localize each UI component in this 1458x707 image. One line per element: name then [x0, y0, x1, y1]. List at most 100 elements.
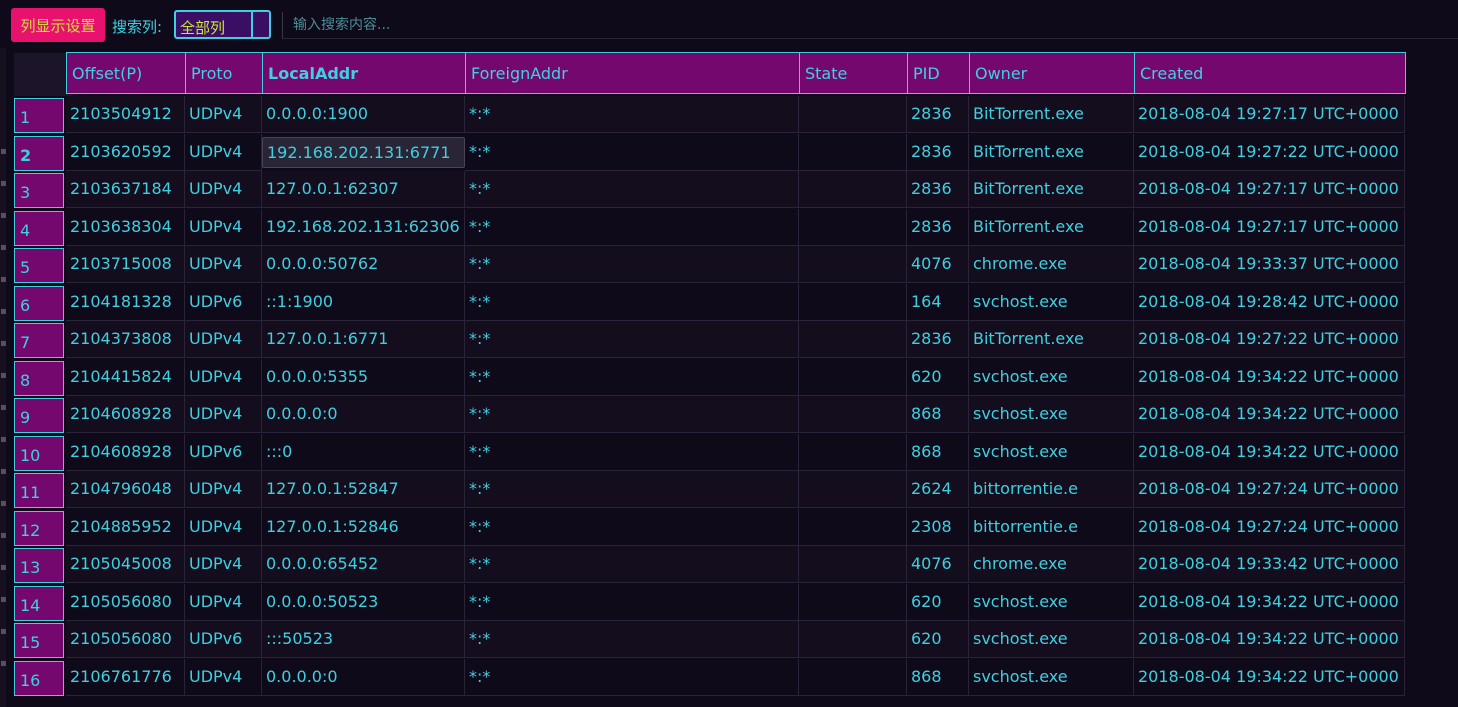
proto-cell[interactable]: UDPv4: [185, 246, 262, 283]
foreignaddr-header[interactable]: ForeignAddr: [465, 52, 800, 94]
localaddr-cell[interactable]: 127.0.0.1:62307: [262, 171, 465, 208]
owner-cell[interactable]: BitTorrent.exe: [969, 321, 1134, 358]
foreignaddr-cell[interactable]: *:*: [465, 358, 799, 396]
owner-cell[interactable]: chrome.exe: [969, 546, 1134, 583]
offset-cell[interactable]: 2104373808: [66, 321, 185, 358]
table-row[interactable]: 1 2103504912 UDPv4 0.0.0.0:1900 *:* 2836 BitTo…: [14, 96, 1414, 133]
pid-cell[interactable]: 868: [907, 658, 969, 696]
state-cell[interactable]: [799, 508, 907, 546]
created-cell[interactable]: 2018-08-04 19:27:17 UTC+0000: [1134, 208, 1405, 246]
localaddr-cell[interactable]: 192.168.202.131:62306: [262, 208, 465, 246]
owner-cell[interactable]: bittorrentie.e: [969, 471, 1134, 508]
row-number[interactable]: 5: [14, 248, 64, 283]
created-cell[interactable]: 2018-08-04 19:27:24 UTC+0000: [1134, 508, 1405, 546]
owner-cell[interactable]: svchost.exe: [969, 658, 1134, 696]
proto-cell[interactable]: UDPv4: [185, 396, 262, 433]
owner-cell[interactable]: svchost.exe: [969, 283, 1134, 321]
foreignaddr-cell[interactable]: *:*: [465, 133, 799, 171]
row-number[interactable]: 15: [14, 623, 64, 658]
owner-cell[interactable]: BitTorrent.exe: [969, 208, 1134, 246]
localaddr-cell[interactable]: 0.0.0.0:50523: [262, 583, 465, 621]
foreignaddr-cell[interactable]: *:*: [465, 433, 799, 471]
foreignaddr-cell[interactable]: *:*: [465, 283, 799, 321]
state-cell[interactable]: [799, 658, 907, 696]
pid-cell[interactable]: 4076: [907, 246, 969, 283]
localaddr-header[interactable]: LocalAddr: [262, 52, 466, 94]
state-cell[interactable]: [799, 621, 907, 658]
column-settings-button[interactable]: 列显示设置: [11, 8, 105, 42]
offset-cell[interactable]: 2103504912: [66, 96, 185, 133]
owner-cell[interactable]: BitTorrent.exe: [969, 171, 1134, 208]
state-cell[interactable]: [799, 283, 907, 321]
owner-cell[interactable]: BitTorrent.exe: [969, 133, 1134, 171]
state-cell[interactable]: [799, 171, 907, 208]
proto-cell[interactable]: UDPv6: [185, 433, 262, 471]
proto-cell[interactable]: UDPv4: [185, 546, 262, 583]
localaddr-cell[interactable]: 0.0.0.0:0: [262, 396, 465, 433]
offset-cell[interactable]: 2104181328: [66, 283, 185, 321]
state-cell[interactable]: [799, 208, 907, 246]
proto-cell[interactable]: UDPv4: [185, 171, 262, 208]
foreignaddr-cell[interactable]: *:*: [465, 508, 799, 546]
foreignaddr-cell[interactable]: *:*: [465, 658, 799, 696]
pid-cell[interactable]: 2308: [907, 508, 969, 546]
created-cell[interactable]: 2018-08-04 19:34:22 UTC+0000: [1134, 621, 1405, 658]
created-cell[interactable]: 2018-08-04 19:34:22 UTC+0000: [1134, 583, 1405, 621]
state-cell[interactable]: [799, 321, 907, 358]
row-number[interactable]: 3: [14, 173, 64, 208]
foreignaddr-cell[interactable]: *:*: [465, 546, 799, 583]
created-header[interactable]: Created: [1134, 52, 1406, 94]
localaddr-cell[interactable]: :::50523: [262, 621, 465, 658]
search-column-select[interactable]: 全部列: [174, 10, 271, 39]
localaddr-cell[interactable]: 0.0.0.0:0: [262, 658, 465, 696]
created-cell[interactable]: 2018-08-04 19:33:42 UTC+0000: [1134, 546, 1405, 583]
created-cell[interactable]: 2018-08-04 19:27:24 UTC+0000: [1134, 471, 1405, 508]
foreignaddr-cell[interactable]: *:*: [465, 471, 799, 508]
owner-header[interactable]: Owner: [969, 52, 1135, 94]
proto-cell[interactable]: UDPv4: [185, 133, 262, 171]
table-row[interactable]: 5 2103715008 UDPv4 0.0.0.0:50762 *:* 4076 chro…: [14, 246, 1414, 283]
row-number[interactable]: 6: [14, 285, 64, 321]
offset-cell[interactable]: 2103715008: [66, 246, 185, 283]
offset-cell[interactable]: 2105045008: [66, 546, 185, 583]
offset-cell[interactable]: 2105056080: [66, 621, 185, 658]
localaddr-cell[interactable]: ::1:1900: [262, 283, 465, 321]
row-number[interactable]: 13: [14, 548, 64, 583]
proto-cell[interactable]: UDPv6: [185, 621, 262, 658]
proto-cell[interactable]: UDPv4: [185, 508, 262, 546]
table-row[interactable]: 12 2104885952 UDPv4 127.0.0.1:52846 *:* 2308 b…: [14, 508, 1414, 546]
foreignaddr-cell[interactable]: *:*: [465, 621, 799, 658]
offset-header[interactable]: Offset(P): [66, 52, 186, 94]
pid-cell[interactable]: 2624: [907, 471, 969, 508]
created-cell[interactable]: 2018-08-04 19:34:22 UTC+0000: [1134, 396, 1405, 433]
owner-cell[interactable]: BitTorrent.exe: [969, 96, 1134, 133]
table-row[interactable]: 4 2103638304 UDPv4 192.168.202.131:62306 *:*…: [14, 208, 1414, 246]
foreignaddr-cell[interactable]: *:*: [465, 246, 799, 283]
owner-cell[interactable]: chrome.exe: [969, 246, 1134, 283]
offset-cell[interactable]: 2103638304: [66, 208, 185, 246]
pid-cell[interactable]: 164: [907, 283, 969, 321]
proto-cell[interactable]: UDPv4: [185, 96, 262, 133]
table-row[interactable]: 10 2104608928 UDPv6:::0 *:* 868 svchost.exe 20…: [14, 433, 1414, 471]
owner-cell[interactable]: svchost.exe: [969, 396, 1134, 433]
proto-cell[interactable]: UDPv4: [185, 208, 262, 246]
pid-cell[interactable]: 868: [907, 396, 969, 433]
foreignaddr-cell[interactable]: *:*: [465, 583, 799, 621]
state-cell[interactable]: [799, 133, 907, 171]
created-cell[interactable]: 2018-08-04 19:34:22 UTC+0000: [1134, 658, 1405, 696]
pid-cell[interactable]: 620: [907, 583, 969, 621]
pid-cell[interactable]: 2836: [907, 208, 969, 246]
proto-cell[interactable]: UDPv4: [185, 658, 262, 696]
created-cell[interactable]: 2018-08-04 19:34:22 UTC+0000: [1134, 358, 1405, 396]
row-number[interactable]: 2: [14, 135, 64, 171]
created-cell[interactable]: 2018-08-04 19:33:37 UTC+0000: [1134, 246, 1405, 283]
row-number[interactable]: 16: [14, 660, 64, 696]
row-number[interactable]: 11: [14, 473, 64, 508]
pid-cell[interactable]: 620: [907, 621, 969, 658]
table-row[interactable]: 7 2104373808 UDPv4 127.0.0.1:6771 *:* 2836 Bit…: [14, 321, 1414, 358]
state-header[interactable]: State: [799, 52, 908, 94]
proto-cell[interactable]: UDPv6: [185, 283, 262, 321]
localaddr-cell[interactable]: :::0: [262, 433, 465, 471]
offset-cell[interactable]: 2104796048: [66, 471, 185, 508]
foreignaddr-cell[interactable]: *:*: [465, 171, 799, 208]
